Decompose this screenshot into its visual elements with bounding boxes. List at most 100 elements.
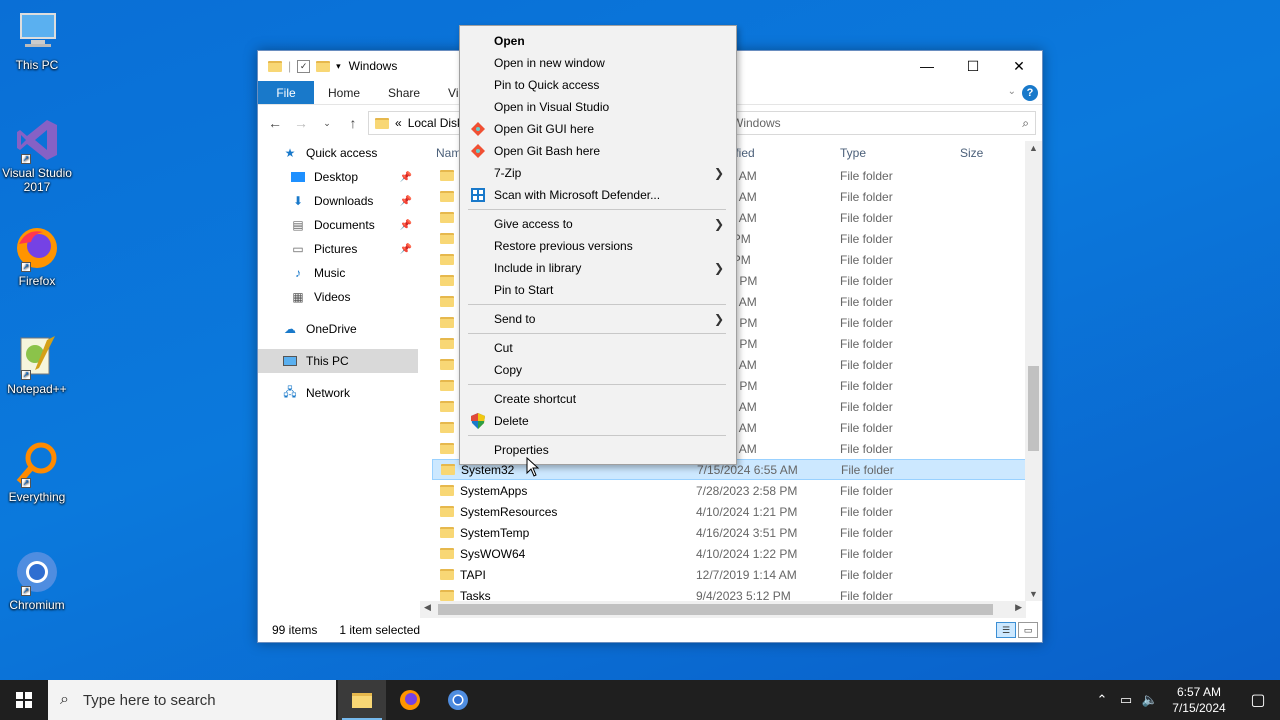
folder-icon xyxy=(440,275,454,286)
download-icon: ⬇ xyxy=(292,194,304,208)
scroll-left-icon[interactable]: ◀ xyxy=(424,602,431,613)
nav-desktop[interactable]: Desktop 📌 xyxy=(258,165,418,189)
menu-git-gui[interactable]: Open Git GUI here xyxy=(460,118,736,140)
recent-locations-icon[interactable]: ⌄ xyxy=(316,118,338,129)
chromium-icon xyxy=(448,690,468,710)
desktop-icon-firefox[interactable]: ↗ Firefox xyxy=(0,224,74,288)
menu-restore-versions[interactable]: Restore previous versions xyxy=(460,235,736,257)
nav-onedrive[interactable]: ☁ OneDrive xyxy=(258,317,418,341)
desktop-icon-chromium[interactable]: ↗ Chromium xyxy=(0,548,74,612)
scroll-thumb[interactable] xyxy=(1028,366,1039,451)
desktop-icon-visual-studio[interactable]: ↗ Visual Studio 2017 xyxy=(0,116,74,194)
folder-icon xyxy=(440,401,454,412)
nav-documents[interactable]: ▤ Documents 📌 xyxy=(258,213,418,237)
column-name[interactable]: Nam xyxy=(436,146,461,160)
type-cell: File folder xyxy=(840,378,893,393)
menu-include-library[interactable]: Include in library ❯ xyxy=(460,257,736,279)
menu-give-access[interactable]: Give access to ❯ xyxy=(460,213,736,235)
horizontal-scrollbar[interactable]: ◀ ▶ xyxy=(420,601,1026,618)
expand-ribbon-icon[interactable]: ⌄ xyxy=(1008,86,1016,97)
column-type[interactable]: Type xyxy=(840,146,866,160)
taskbar-chromium[interactable] xyxy=(434,680,482,720)
menu-properties[interactable]: Properties xyxy=(460,439,736,461)
back-arrow-icon[interactable]: ← xyxy=(264,115,286,131)
table-row[interactable]: SystemResources 4/10/2024 1:21 PM File fol… xyxy=(432,501,1026,522)
menu-cut[interactable]: Cut xyxy=(460,337,736,359)
up-arrow-icon[interactable]: ↑ xyxy=(342,115,364,131)
table-row[interactable]: SystemApps 7/28/2023 2:58 PM File folder xyxy=(432,480,1026,501)
menu-open[interactable]: Open xyxy=(460,30,736,52)
menu-pin-start[interactable]: Pin to Start xyxy=(460,279,736,301)
desktop-icon-everything[interactable]: ↗ Everything xyxy=(0,440,74,504)
volume-muted-icon[interactable]: 🔈 xyxy=(1138,692,1162,708)
customize-toolbar-icon[interactable]: ▾ xyxy=(336,61,341,72)
table-row[interactable]: SystemTemp 4/16/2024 3:51 PM File folder xyxy=(432,522,1026,543)
submenu-arrow-icon: ❯ xyxy=(713,217,724,231)
taskbar-firefox[interactable] xyxy=(386,680,434,720)
scroll-right-icon[interactable]: ▶ xyxy=(1015,602,1022,613)
type-cell: File folder xyxy=(840,252,893,267)
help-icon[interactable]: ? xyxy=(1022,85,1038,101)
table-row[interactable]: TAPI 12/7/2019 1:14 AM File folder xyxy=(432,564,1026,585)
close-button[interactable]: ✕ xyxy=(996,51,1042,81)
new-folder-icon[interactable] xyxy=(316,60,331,72)
file-name-cell: SystemApps xyxy=(440,484,527,498)
desktop-icon-this-pc[interactable]: This PC xyxy=(0,8,74,72)
minimize-button[interactable]: — xyxy=(904,51,950,81)
scroll-thumb[interactable] xyxy=(438,604,993,615)
large-icons-view-icon[interactable]: ▭ xyxy=(1018,622,1038,638)
taskbar-file-explorer[interactable] xyxy=(338,680,386,720)
nav-videos[interactable]: ▦ Videos xyxy=(258,285,418,309)
nav-pictures[interactable]: ▭ Pictures 📌 xyxy=(258,237,418,261)
tab-share[interactable]: Share xyxy=(374,81,434,104)
vertical-scrollbar[interactable]: ▲ ▼ xyxy=(1025,141,1042,601)
menu-copy[interactable]: Copy xyxy=(460,359,736,381)
clock[interactable]: 6:57 AM 7/15/2024 xyxy=(1162,684,1236,716)
folder-icon xyxy=(440,254,454,265)
menu-7zip[interactable]: 7-Zip ❯ xyxy=(460,162,736,184)
table-row[interactable]: SysWOW64 4/10/2024 1:22 PM File folder xyxy=(432,543,1026,564)
folder-icon xyxy=(440,485,454,496)
folder-icon xyxy=(440,338,454,349)
git-icon xyxy=(470,143,486,159)
tab-file[interactable]: File xyxy=(258,81,314,104)
tab-home[interactable]: Home xyxy=(314,81,374,104)
scroll-down-icon[interactable]: ▼ xyxy=(1025,589,1042,599)
details-view-icon[interactable]: ☰ xyxy=(996,622,1016,638)
video-icon: ▦ xyxy=(292,290,304,304)
start-button[interactable] xyxy=(0,680,48,720)
maximize-button[interactable]: ☐ xyxy=(950,51,996,81)
menu-git-bash[interactable]: Open Git Bash here xyxy=(460,140,736,162)
clock-date: 7/15/2024 xyxy=(1172,701,1226,715)
date-modified-cell: 7/28/2023 2:58 PM xyxy=(696,483,798,498)
nav-downloads[interactable]: ⬇ Downloads 📌 xyxy=(258,189,418,213)
taskbar-search-box[interactable]: ⌕ Type here to search xyxy=(48,680,336,720)
desktop-icon-notepadpp[interactable]: ↗ Notepad++ xyxy=(0,332,74,396)
menu-delete[interactable]: Delete xyxy=(460,410,736,432)
nav-quick-access[interactable]: ★ Quick access xyxy=(258,141,418,165)
chevron-up-icon[interactable]: ⌃ xyxy=(1090,692,1114,708)
properties-check-icon[interactable]: ✓ xyxy=(297,59,311,73)
search-icon[interactable]: ⌕ xyxy=(1022,116,1029,131)
menu-open-new-window[interactable]: Open in new window xyxy=(460,52,736,74)
menu-pin-quick-access[interactable]: Pin to Quick access xyxy=(460,74,736,96)
nav-music[interactable]: ♪ Music xyxy=(258,261,418,285)
menu-create-shortcut[interactable]: Create shortcut xyxy=(460,388,736,410)
scroll-up-icon[interactable]: ▲ xyxy=(1025,143,1042,153)
column-size[interactable]: Size xyxy=(960,146,983,160)
computer-icon xyxy=(13,8,61,56)
notification-icon[interactable]: ▢ xyxy=(1236,690,1280,710)
desktop-icon-label: Visual Studio 2017 xyxy=(2,166,72,194)
menu-separator xyxy=(468,384,726,385)
search-placeholder[interactable]: Windows xyxy=(732,116,781,130)
type-cell: File folder xyxy=(840,357,893,372)
nav-this-pc[interactable]: This PC xyxy=(258,349,418,373)
forward-arrow-icon[interactable]: → xyxy=(290,115,312,131)
menu-defender-scan[interactable]: Scan with Microsoft Defender... xyxy=(460,184,736,206)
menu-send-to[interactable]: Send to ❯ xyxy=(460,308,736,330)
network-icon[interactable]: ▭ xyxy=(1114,692,1138,708)
file-name-cell: TAPI xyxy=(440,568,486,582)
nav-network[interactable]: 🖧 Network xyxy=(258,381,418,405)
folder-icon xyxy=(440,380,454,391)
menu-open-visual-studio[interactable]: Open in Visual Studio xyxy=(460,96,736,118)
